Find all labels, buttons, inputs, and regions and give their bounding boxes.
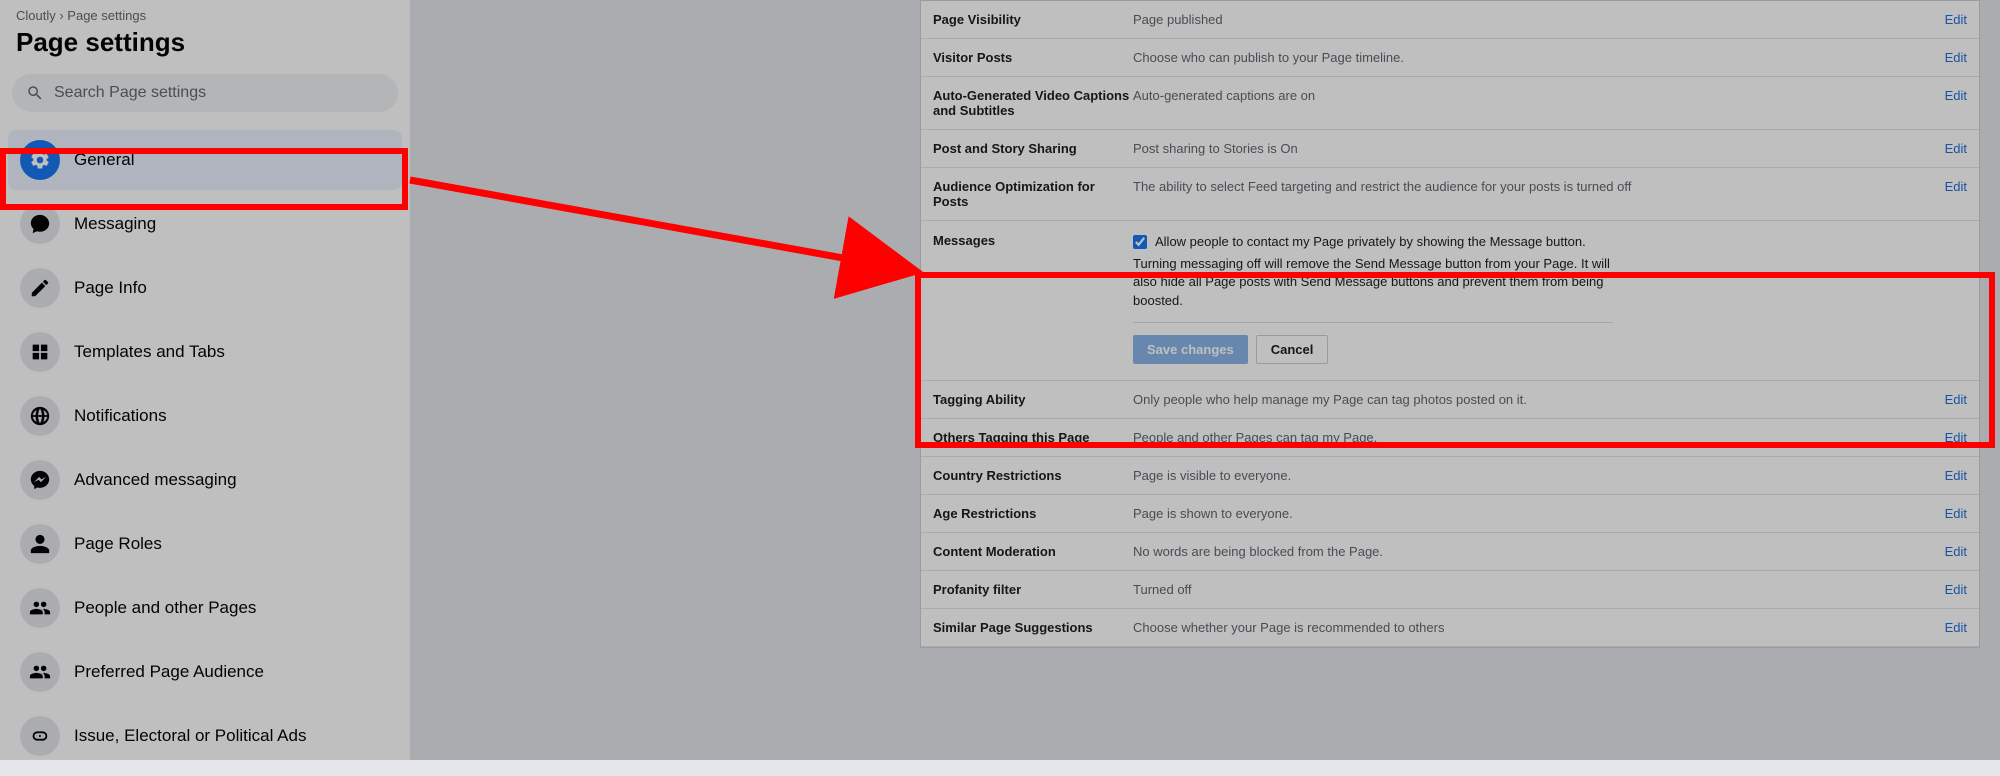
pencil-icon [20,268,60,308]
row-label: Tagging Ability [933,392,1133,407]
row-messages-expanded: Messages Allow people to contact my Page… [921,221,1979,381]
page-title: Page settings [0,23,410,70]
row-page-visibility: Page Visibility Page published Edit [921,1,1979,39]
messenger-icon [20,460,60,500]
row-value: Page is shown to everyone. [1133,506,1945,521]
sidebar-item-label: Messaging [74,214,156,234]
messages-checkbox[interactable] [1133,235,1147,249]
divider [1133,322,1613,323]
row-value: Post sharing to Stories is On [1133,141,1945,156]
sidebar-item-label: General [74,150,134,170]
row-label: Profanity filter [933,582,1133,597]
sidebar-item-label: Templates and Tabs [74,342,225,362]
row-label: Others Tagging this Page [933,430,1133,445]
nav-list: General Messaging Page Info Templates an… [0,124,410,776]
cancel-button[interactable]: Cancel [1256,335,1329,364]
globe-icon [20,396,60,436]
edit-link[interactable]: Edit [1945,141,1967,156]
edit-link[interactable]: Edit [1945,12,1967,27]
row-label: Page Visibility [933,12,1133,27]
sidebar-item-templates[interactable]: Templates and Tabs [8,322,402,382]
row-value: Page published [1133,12,1945,27]
edit-link[interactable]: Edit [1945,544,1967,559]
sidebar-item-label: Page Roles [74,534,162,554]
sidebar-item-advanced-messaging[interactable]: Advanced messaging [8,450,402,510]
sidebar-item-messaging[interactable]: Messaging [8,194,402,254]
row-value: No words are being blocked from the Page… [1133,544,1945,559]
messages-checkbox-line[interactable]: Allow people to contact my Page privatel… [1133,233,1613,251]
sidebar-item-page-info[interactable]: Page Info [8,258,402,318]
edit-link[interactable]: Edit [1945,620,1967,635]
row-value: Auto-generated captions are on [1133,88,1945,103]
row-label: Similar Page Suggestions [933,620,1133,635]
row-post-story-sharing: Post and Story Sharing Post sharing to S… [921,130,1979,168]
row-country-restrictions: Country Restrictions Page is visible to … [921,457,1979,495]
sidebar-item-notifications[interactable]: Notifications [8,386,402,446]
row-value: The ability to select Feed targeting and… [1133,179,1945,194]
row-value: People and other Pages can tag my Page. [1133,430,1945,445]
messages-description: Turning messaging off will remove the Se… [1133,255,1613,310]
sidebar-item-preferred-audience[interactable]: Preferred Page Audience [8,642,402,702]
chat-icon [20,204,60,244]
row-label: Age Restrictions [933,506,1133,521]
row-age-restrictions: Age Restrictions Page is shown to everyo… [921,495,1979,533]
row-tagging-ability: Tagging Ability Only people who help man… [921,381,1979,419]
edit-link[interactable]: Edit [1945,50,1967,65]
edit-link[interactable]: Edit [1945,392,1967,407]
link-icon [20,716,60,756]
row-value: Turned off [1133,582,1945,597]
search-icon [26,84,44,102]
edit-link[interactable]: Edit [1945,179,1967,194]
people-icon [20,652,60,692]
sidebar-item-page-roles[interactable]: Page Roles [8,514,402,574]
save-button[interactable]: Save changes [1133,335,1248,364]
grid-icon [20,332,60,372]
row-value: Choose whether your Page is recommended … [1133,620,1945,635]
row-value: Only people who help manage my Page can … [1133,392,1945,407]
row-auto-captions: Auto-Generated Video Captions and Subtit… [921,77,1979,130]
row-label: Post and Story Sharing [933,141,1133,156]
sidebar-item-label: Advanced messaging [74,470,237,490]
main-area: Page Visibility Page published Edit Visi… [410,0,2000,760]
row-label: Content Moderation [933,544,1133,559]
sidebar-item-label: People and other Pages [74,598,256,618]
search-placeholder: Search Page settings [54,84,206,102]
row-others-tagging: Others Tagging this Page People and othe… [921,419,1979,457]
gear-icon [20,140,60,180]
edit-link[interactable]: Edit [1945,506,1967,521]
row-value: Page is visible to everyone. [1133,468,1945,483]
sidebar-item-label: Page Info [74,278,147,298]
row-label: Messages [933,233,1133,248]
sidebar-item-label: Notifications [74,406,167,426]
messages-checkbox-text: Allow people to contact my Page privatel… [1155,233,1586,251]
row-visitor-posts: Visitor Posts Choose who can publish to … [921,39,1979,77]
sidebar: Cloutly › Page settings Page settings Se… [0,0,410,760]
row-content-moderation: Content Moderation No words are being bl… [921,533,1979,571]
edit-link[interactable]: Edit [1945,582,1967,597]
people-icon [20,588,60,628]
search-input[interactable]: Search Page settings [12,74,398,112]
row-label: Visitor Posts [933,50,1133,65]
edit-link[interactable]: Edit [1945,88,1967,103]
person-icon [20,524,60,564]
row-label: Auto-Generated Video Captions and Subtit… [933,88,1133,118]
row-label: Country Restrictions [933,468,1133,483]
edit-link[interactable]: Edit [1945,430,1967,445]
row-label: Audience Optimization for Posts [933,179,1133,209]
row-profanity-filter: Profanity filter Turned off Edit [921,571,1979,609]
sidebar-item-people-pages[interactable]: People and other Pages [8,578,402,638]
row-audience-optimization: Audience Optimization for Posts The abil… [921,168,1979,221]
settings-panel: Page Visibility Page published Edit Visi… [920,0,1980,648]
sidebar-item-label: Issue, Electoral or Political Ads [74,726,306,746]
sidebar-item-general[interactable]: General [8,130,402,190]
sidebar-item-political-ads[interactable]: Issue, Electoral or Political Ads [8,706,402,766]
sidebar-item-label: Preferred Page Audience [74,662,264,682]
row-similar-page-suggestions: Similar Page Suggestions Choose whether … [921,609,1979,647]
breadcrumb: Cloutly › Page settings [0,0,410,23]
edit-link[interactable]: Edit [1945,468,1967,483]
row-value: Choose who can publish to your Page time… [1133,50,1945,65]
